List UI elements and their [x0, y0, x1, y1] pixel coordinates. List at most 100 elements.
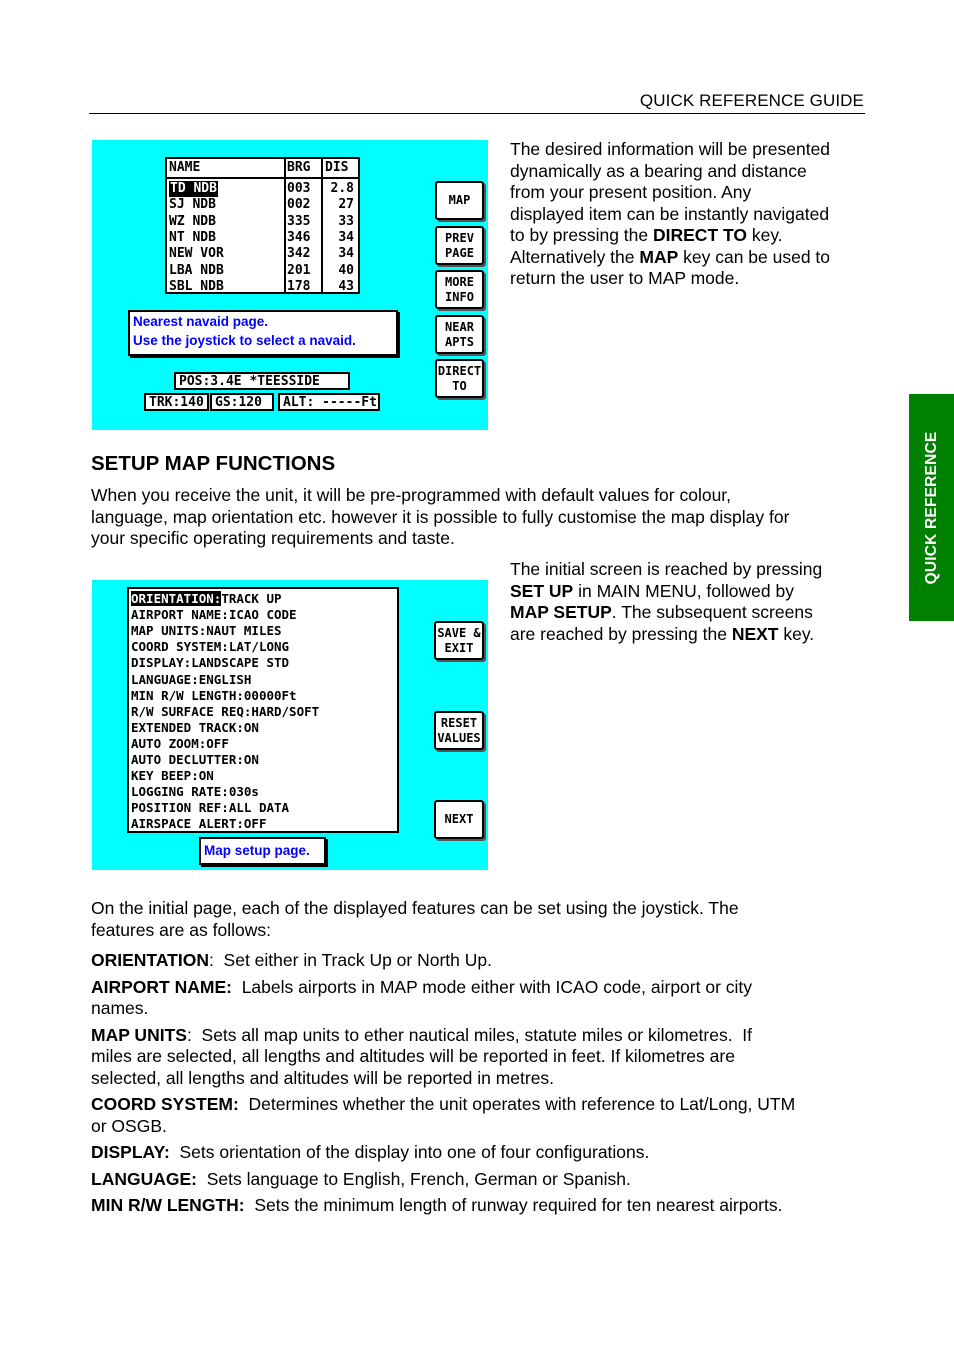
navaid-bearing: 178: [287, 278, 311, 294]
nearest-navaid-screenshot: NAME BRG DIS TD NDB 003 2.8 SJ NDB 002 27 WZ N…: [92, 140, 488, 430]
setting-label: LANGUAGE:: [131, 671, 199, 687]
setting-row[interactable]: R/W SURFACE REQ:HARD/SOFT: [131, 704, 319, 720]
feature-term: MIN R/W LENGTH:: [91, 1195, 245, 1215]
setting-value: OFF: [206, 735, 229, 751]
feature-description: Sets the minimum length of runway requir…: [244, 1195, 783, 1215]
setup-message: Map setup page.: [204, 843, 310, 858]
navaid-distance: 33: [338, 213, 354, 229]
groundspeed-readout: GS:120: [210, 393, 274, 411]
direct-to-keyword: DIRECT TO: [653, 225, 747, 245]
setting-row[interactable]: DISPLAY:LANDSCAPE STD: [131, 655, 289, 671]
setting-label: LOGGING RATE:: [131, 784, 229, 800]
navaid-distance: 34: [338, 246, 354, 262]
setting-row[interactable]: AIRSPACE ALERT:OFF: [131, 816, 266, 832]
feature-term: COORD SYSTEM:: [91, 1094, 239, 1114]
feature-description: selected, all lengths and altitudes will…: [91, 1067, 555, 1088]
prev-page-button[interactable]: PREV PAGE: [435, 226, 484, 265]
help-message-line-1: Nearest navaid page.: [133, 314, 269, 329]
help-message-box: Nearest navaid page. Use the joystick to…: [128, 310, 398, 356]
feature-description: Labels airports in MAP mode either with …: [231, 976, 753, 997]
section-title: SETUP MAP FUNCTIONS: [91, 452, 336, 475]
setting-label: AIRPORT NAME:: [131, 607, 229, 623]
reset-values-button[interactable]: RESET VALUES: [434, 711, 484, 750]
setting-label: MAP UNITS:: [131, 623, 207, 639]
setting-row[interactable]: AIRPORT NAME:ICAO CODE: [131, 607, 297, 623]
map-button[interactable]: MAP: [435, 181, 484, 220]
setting-label: AIRSPACE ALERT:: [131, 816, 244, 832]
map-setup-keyword: MAP SETUP: [510, 602, 612, 622]
setting-value: ENGLISH: [198, 671, 252, 687]
navaid-name: SJ NDB: [169, 197, 216, 213]
column-header-dis: DIS: [325, 160, 349, 175]
header-divider: [89, 113, 865, 114]
navaid-name: LBA NDB: [169, 262, 224, 278]
setting-row[interactable]: LOGGING RATE:030s: [131, 784, 259, 800]
navaid-name: TD NDB: [169, 181, 218, 197]
setup-navigation-description: The initial screen is reached by pressin…: [510, 559, 823, 644]
navaid-bearing: 201: [287, 262, 311, 278]
navaid-distance: 34: [338, 229, 354, 245]
navaid-table: NAME BRG DIS TD NDB 003 2.8 SJ NDB 002 27 WZ N…: [165, 157, 360, 294]
set-up-keyword: SET UP: [510, 580, 574, 601]
position-readout: POS:3.4E *TEESSIDE: [174, 372, 350, 390]
setting-value: LAT/LONG: [228, 639, 290, 655]
navaid-bearing: 002: [287, 197, 311, 213]
altitude-readout: ALT: -----Ft: [278, 393, 380, 411]
map-keyword: MAP: [639, 246, 679, 267]
direct-to-button[interactable]: DIRECT TO: [435, 359, 484, 398]
navaid-distance: 2.8: [330, 181, 354, 196]
feature-description: Sets orientation of the display into one…: [169, 1142, 650, 1162]
feature-description: Determines whether the unit operates wit…: [238, 1094, 796, 1114]
setting-row[interactable]: LANGUAGE:ENGLISH: [131, 672, 251, 688]
setting-label: AUTO ZOOM:: [131, 735, 207, 751]
help-message-line-2: Use the joystick to select a navaid.: [133, 333, 356, 348]
feature-term: LANGUAGE:: [91, 1168, 197, 1189]
map-setup-list: ORIENTATION:TRACK UP AIRPORT NAME:ICAO CO…: [127, 587, 399, 833]
setting-value: ON: [243, 752, 259, 767]
setting-value: 00000Ft: [243, 687, 297, 703]
navaid-bearing: 346: [287, 229, 311, 245]
setting-label: R/W SURFACE REQ:: [131, 703, 252, 719]
navaid-name: NT NDB: [169, 229, 216, 245]
near-apts-button[interactable]: NEAR APTS: [435, 315, 484, 354]
navaid-distance: 43: [338, 278, 354, 294]
setting-row[interactable]: AUTO DECLUTTER:ON: [131, 752, 259, 768]
feature-definition: AIRPORT NAME: Labels airports in MAP mod…: [91, 977, 881, 1020]
setting-label: DISPLAY:: [131, 655, 192, 671]
setting-value: 030s: [228, 784, 259, 800]
feature-definition: DISPLAY: Sets orientation of the display…: [91, 1142, 881, 1164]
navaid-bearing: 342: [287, 246, 311, 262]
feature-definition: MIN R/W LENGTH: Sets the minimum length …: [91, 1195, 881, 1217]
feature-term: DISPLAY:: [91, 1142, 170, 1162]
section-side-tab: QUICK REFERENCE: [909, 394, 954, 621]
setting-row[interactable]: ORIENTATION:TRACK UP: [131, 591, 282, 607]
save-exit-button[interactable]: SAVE & EXIT: [434, 621, 484, 660]
setting-label: POSITION REF:: [131, 800, 229, 816]
side-tab-label: QUICK REFERENCE: [922, 431, 940, 584]
next-button[interactable]: NEXT: [434, 800, 484, 839]
track-readout: TRK:140: [144, 393, 209, 411]
navaid-distance: 27: [338, 197, 354, 213]
column-header-name: NAME: [169, 160, 201, 175]
features-intro-paragraph: On the initial page, each of the display…: [91, 898, 739, 940]
setting-row[interactable]: MIN R/W LENGTH:00000Ft: [131, 688, 297, 704]
more-info-button[interactable]: MORE INFO: [435, 270, 484, 309]
feature-definition: LANGUAGE: Sets language to English, Fren…: [91, 1169, 881, 1191]
setting-row[interactable]: POSITION REF:ALL DATA: [131, 800, 289, 816]
navaid-bearing: 003: [287, 181, 311, 196]
setting-row[interactable]: COORD SYSTEM:LAT/LONG: [131, 639, 289, 655]
feature-description: Sets language to English, French, German…: [196, 1168, 631, 1189]
setting-row[interactable]: MAP UNITS:NAUT MILES: [131, 623, 282, 639]
feature-description: : Set either in Track Up or North Up.: [208, 950, 492, 970]
setting-value: ALL DATA: [228, 800, 290, 816]
setting-label: COORD SYSTEM:: [131, 639, 229, 655]
setting-row[interactable]: EXTENDED TRACK:ON: [131, 720, 259, 736]
setting-value: ICAO CODE: [228, 607, 297, 623]
setting-label: KEY BEEP:: [131, 768, 199, 784]
setting-row[interactable]: KEY BEEP:ON: [131, 768, 214, 784]
setting-label: AUTO DECLUTTER:: [131, 752, 244, 767]
feature-description: names.: [91, 998, 149, 1018]
setting-label: MIN R/W LENGTH:: [131, 687, 244, 703]
page-header-title: QUICK REFERENCE GUIDE: [639, 91, 864, 110]
setting-row[interactable]: AUTO ZOOM:OFF: [131, 736, 229, 752]
